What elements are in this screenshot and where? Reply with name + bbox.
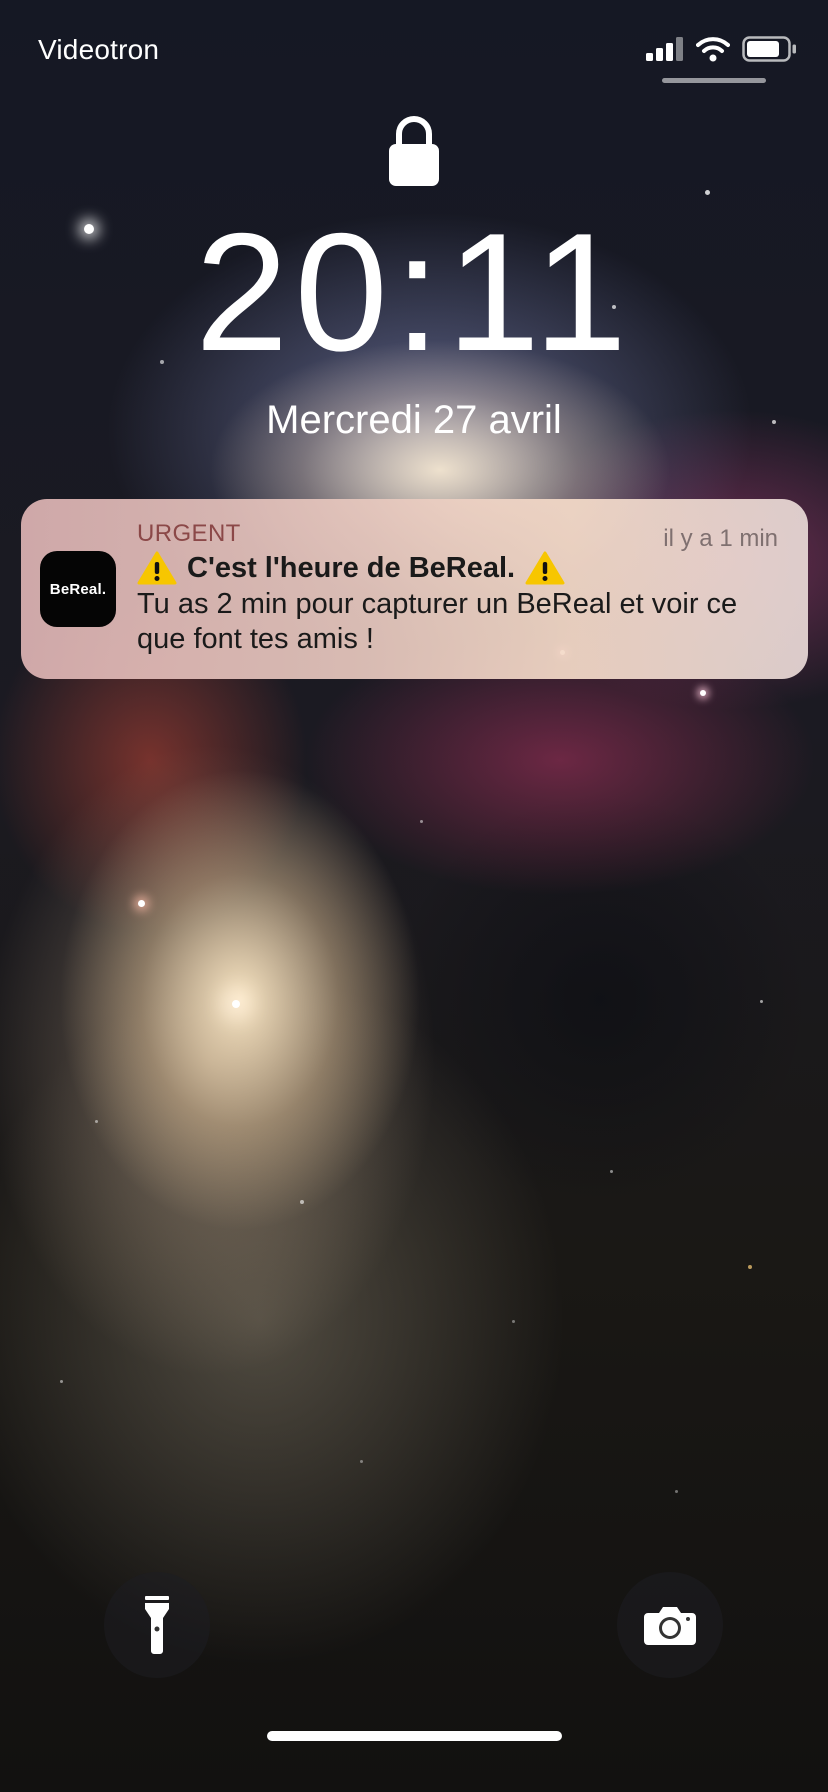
bereal-app-icon: BeReal. [40, 551, 116, 627]
lock-screen-time: 20:11 [195, 198, 633, 386]
camera-button[interactable] [617, 1572, 723, 1678]
lock-icon [389, 116, 439, 186]
notification-body: Tu as 2 min pour capturer un BeReal et v… [137, 588, 738, 655]
status-bar: Videotron [0, 0, 828, 100]
cellular-signal-icon [646, 37, 683, 61]
flashlight-icon [145, 1596, 169, 1654]
notification-title: C'est l'heure de BeReal. [137, 551, 565, 585]
warning-icon [525, 551, 565, 585]
warning-icon [137, 551, 177, 585]
notification-title-text: C'est l'heure de BeReal. [187, 551, 516, 584]
flashlight-button[interactable] [104, 1572, 210, 1678]
status-icons [646, 36, 798, 62]
notification-app-name: URGENT [137, 520, 241, 547]
battery-icon [742, 36, 796, 62]
wifi-icon [696, 37, 730, 62]
notification-time: il y a 1 min [663, 525, 778, 552]
control-center-grabber[interactable] [662, 78, 766, 83]
carrier-name: Videotron [38, 34, 160, 65]
bereal-notification[interactable]: BeReal. URGENT il y a 1 min C'est l'heur… [21, 499, 808, 679]
bereal-logo-text: BeReal. [49, 580, 107, 598]
lock-screen-date: Mercredi 27 avril [266, 398, 562, 442]
home-indicator[interactable] [267, 1731, 562, 1741]
camera-icon [644, 1607, 696, 1645]
